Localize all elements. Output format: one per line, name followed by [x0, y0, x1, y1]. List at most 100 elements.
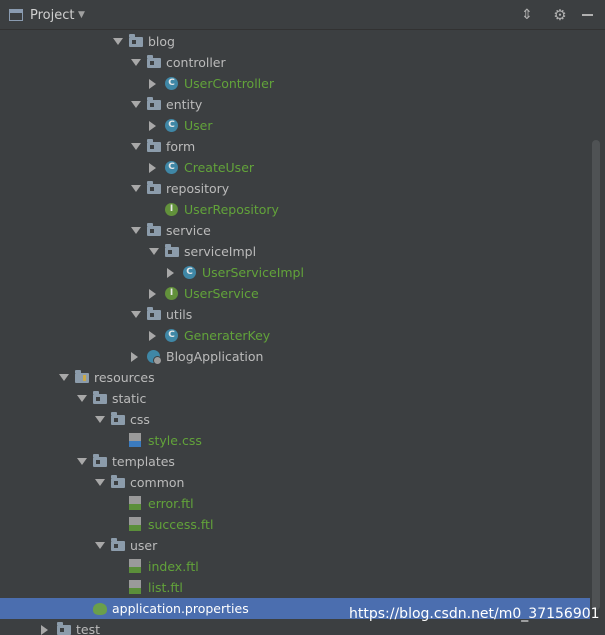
collapsed-arrow-icon[interactable] [167, 268, 174, 278]
tree-folder-row[interactable]: utils [0, 304, 590, 325]
tree-file-row[interactable]: index.ftl [0, 556, 590, 577]
tree-item-label: static [112, 391, 147, 406]
resources-folder-icon [75, 370, 89, 383]
tree-folder-row[interactable]: user [0, 535, 590, 556]
folder-icon [147, 223, 161, 236]
folder-icon [93, 454, 107, 467]
expanded-arrow-icon[interactable] [95, 479, 105, 486]
expanded-arrow-icon[interactable] [95, 542, 105, 549]
expanded-arrow-icon[interactable] [131, 185, 141, 192]
expanded-arrow-icon[interactable] [59, 374, 69, 381]
tree-item-label: blog [148, 34, 175, 49]
tree-file-row[interactable]: style.css [0, 430, 590, 451]
collapsed-arrow-icon[interactable] [149, 289, 156, 299]
tree-item-label: controller [166, 55, 226, 70]
interface-icon [165, 203, 178, 216]
project-view-title[interactable]: Project [30, 8, 74, 23]
tree-file-row[interactable]: error.ftl [0, 493, 590, 514]
properties-file-icon [93, 603, 107, 615]
folder-icon [147, 181, 161, 194]
project-panel-icon [9, 9, 23, 21]
ftl-file-icon [129, 580, 141, 594]
gear-icon[interactable]: ⚙ [552, 7, 568, 23]
expanded-arrow-icon[interactable] [149, 248, 159, 255]
tree-folder-row[interactable]: service [0, 220, 590, 241]
tree-item-label: user [130, 538, 158, 553]
tree-folder-row[interactable]: blog [0, 31, 590, 52]
expanded-arrow-icon[interactable] [113, 38, 123, 45]
tree-folder-row[interactable]: repository [0, 178, 590, 199]
folder-icon [57, 622, 71, 635]
ftl-file-icon [129, 559, 141, 573]
tree-file-row[interactable]: GeneraterKey [0, 325, 590, 346]
vertical-scrollbar[interactable] [592, 140, 600, 610]
class-icon [183, 266, 196, 279]
collapse-all-icon[interactable]: ⇕ [519, 7, 535, 23]
tree-folder-row[interactable]: serviceImpl [0, 241, 590, 262]
tree-file-row[interactable]: UserController [0, 73, 590, 94]
expanded-arrow-icon[interactable] [131, 143, 141, 150]
folder-icon [165, 244, 179, 257]
ftl-file-icon [129, 517, 141, 531]
watermark-text: https://blog.csdn.net/m0_37156901 [349, 606, 600, 622]
expanded-arrow-icon[interactable] [131, 311, 141, 318]
expanded-arrow-icon[interactable] [77, 458, 87, 465]
tree-item-label: UserServiceImpl [202, 265, 304, 280]
tree-folder-row[interactable]: form [0, 136, 590, 157]
tree-item-label: error.ftl [148, 496, 194, 511]
class-icon [165, 77, 178, 90]
folder-icon [147, 307, 161, 320]
expanded-arrow-icon[interactable] [95, 416, 105, 423]
tree-folder-row[interactable]: common [0, 472, 590, 493]
tree-item-label: test [76, 622, 101, 635]
tree-file-row[interactable]: UserService [0, 283, 590, 304]
collapsed-arrow-icon[interactable] [149, 163, 156, 173]
tree-item-label: utils [166, 307, 193, 322]
tree-item-label: entity [166, 97, 203, 112]
minimize-icon[interactable] [580, 7, 596, 23]
tree-item-label: success.ftl [148, 517, 214, 532]
tree-folder-row[interactable]: resources [0, 367, 590, 388]
project-toolbar: Project ▼ ⇕ ⚙ [0, 0, 605, 30]
expanded-arrow-icon[interactable] [131, 59, 141, 66]
collapsed-arrow-icon[interactable] [41, 625, 48, 635]
folder-icon [147, 55, 161, 68]
tree-item-label: index.ftl [148, 559, 199, 574]
tree-item-label: common [130, 475, 185, 490]
tree-folder-row[interactable]: css [0, 409, 590, 430]
tree-item-label: UserController [184, 76, 274, 91]
tree-file-row[interactable]: list.ftl [0, 577, 590, 598]
folder-icon [147, 97, 161, 110]
expanded-arrow-icon[interactable] [77, 395, 87, 402]
class-icon [165, 119, 178, 132]
tree-item-label: serviceImpl [184, 244, 257, 259]
tree-item-label: CreateUser [184, 160, 255, 175]
tree-item-label: style.css [148, 433, 202, 448]
tree-folder-row[interactable]: static [0, 388, 590, 409]
tree-item-label: css [130, 412, 150, 427]
chevron-down-icon[interactable]: ▼ [78, 10, 85, 20]
tree-file-row[interactable]: success.ftl [0, 514, 590, 535]
tree-file-row[interactable]: User [0, 115, 590, 136]
tree-item-label: UserRepository [184, 202, 279, 217]
css-file-icon [129, 433, 141, 447]
collapsed-arrow-icon[interactable] [149, 79, 156, 89]
class-icon [165, 161, 178, 174]
tree-folder-row[interactable]: entity [0, 94, 590, 115]
collapsed-arrow-icon[interactable] [149, 121, 156, 131]
project-tree[interactable]: blog controller UserController entity User fo… [0, 30, 590, 635]
collapsed-arrow-icon[interactable] [149, 331, 156, 341]
tree-folder-row[interactable]: templates [0, 451, 590, 472]
tree-file-row[interactable]: CreateUser [0, 157, 590, 178]
tree-file-row[interactable]: UserServiceImpl [0, 262, 590, 283]
tree-item-label: repository [166, 181, 230, 196]
expanded-arrow-icon[interactable] [131, 227, 141, 234]
tree-file-row[interactable]: UserRepository [0, 199, 590, 220]
tree-folder-row[interactable]: controller [0, 52, 590, 73]
collapsed-arrow-icon[interactable] [131, 352, 138, 362]
tree-item-label: application.properties [112, 601, 249, 616]
class-icon [165, 329, 178, 342]
expanded-arrow-icon[interactable] [131, 101, 141, 108]
folder-icon [129, 34, 143, 47]
tree-file-row[interactable]: BlogApplication [0, 346, 590, 367]
